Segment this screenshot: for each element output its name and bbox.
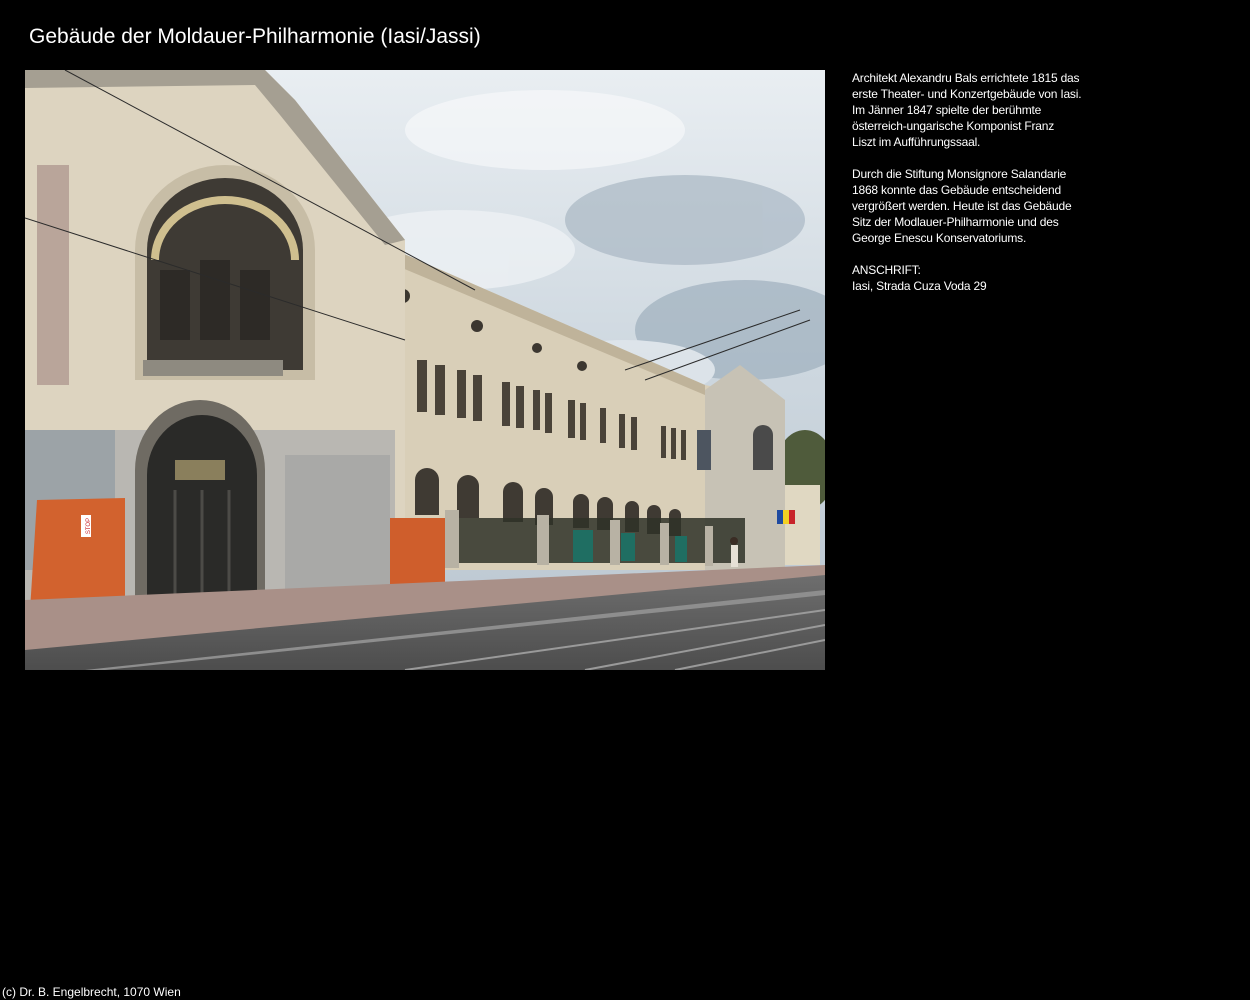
entrance-door <box>135 400 265 600</box>
pedestrian <box>730 537 738 567</box>
page-title: Gebäude der Moldauer-Philharmonie (Iasi/… <box>29 25 481 48</box>
chimney <box>37 165 69 385</box>
building-photo: STOP <box>25 70 825 670</box>
address-value: Iasi, Strada Cuza Voda 29 <box>852 279 987 293</box>
description-paragraph-history: Architekt Alexandru Bals errichtete 1815… <box>852 71 1082 149</box>
copyright-footer: (c) Dr. B. Engelbrecht, 1070 Wien <box>2 985 181 999</box>
gothic-window <box>135 165 315 380</box>
fence <box>445 510 745 568</box>
flags <box>777 510 795 524</box>
address-label: ANSCHRIFT: <box>852 263 921 277</box>
panel-sign: STOP <box>86 518 92 534</box>
description: Architekt Alexandru Bals errichtete 1815… <box>852 70 1102 310</box>
page: Gebäude der Moldauer-Philharmonie (Iasi/… <box>0 0 1250 1000</box>
description-paragraph-expansion: Durch die Stiftung Monsignore Salandarie… <box>852 167 1072 245</box>
address-block: ANSCHRIFT: Iasi, Strada Cuza Voda 29 <box>852 262 1102 294</box>
